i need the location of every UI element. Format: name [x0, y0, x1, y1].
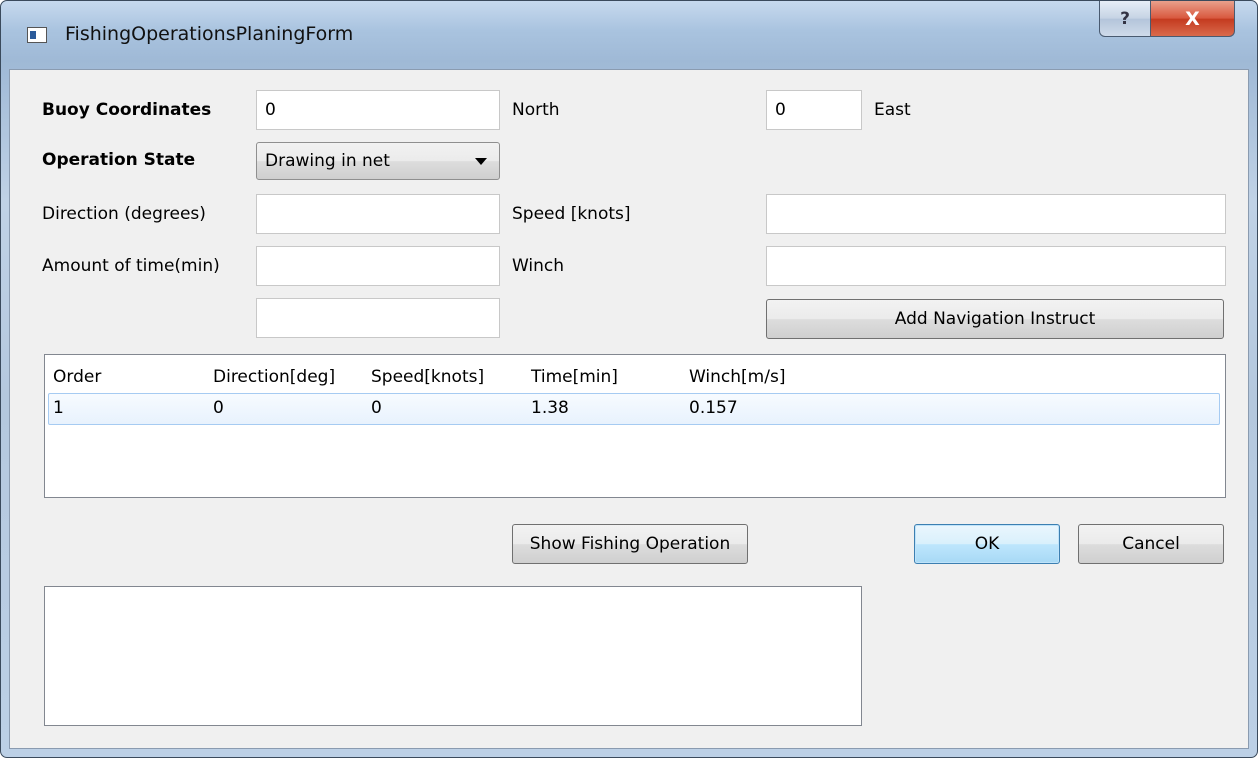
east-coordinate-input[interactable]: 0: [766, 90, 862, 130]
speed-input[interactable]: [766, 194, 1226, 234]
cancel-button[interactable]: Cancel: [1078, 524, 1224, 564]
cell-time: 1.38: [531, 398, 569, 418]
help-button[interactable]: ?: [1099, 1, 1151, 37]
north-label: North: [512, 100, 560, 120]
dialog-client-area: Buoy Coordinates 0 North 0 East Operatio…: [9, 69, 1249, 749]
column-header-time[interactable]: Time[min]: [531, 367, 618, 387]
time-label: Amount of time(min): [42, 256, 220, 276]
cell-order: 1: [53, 398, 64, 418]
output-text-area[interactable]: [44, 586, 862, 726]
north-coordinate-input[interactable]: 0: [256, 90, 500, 130]
buoy-coordinates-label: Buoy Coordinates: [42, 100, 212, 120]
winch-label: Winch: [512, 256, 565, 276]
extra-input[interactable]: [256, 298, 500, 338]
column-header-direction[interactable]: Direction[deg]: [213, 367, 335, 387]
app-window-icon: [27, 27, 47, 43]
ok-button[interactable]: OK: [914, 524, 1060, 564]
operation-state-select[interactable]: Drawing in net: [256, 142, 500, 180]
column-header-order[interactable]: Order: [53, 367, 101, 387]
add-navigation-instruction-button[interactable]: Add Navigation Instruct: [766, 299, 1224, 339]
column-header-winch[interactable]: Winch[m/s]: [689, 367, 785, 387]
dropdown-arrow-icon: [475, 158, 487, 165]
navigation-instructions-list[interactable]: Order Direction[deg] Speed[knots] Time[m…: [44, 354, 1226, 498]
dialog-window: FishingOperationsPlaningForm ? X Buoy Co…: [0, 0, 1258, 758]
cell-winch: 0.157: [689, 398, 738, 418]
operation-state-label: Operation State: [42, 150, 196, 170]
direction-label: Direction (degrees): [42, 204, 206, 224]
east-label: East: [874, 100, 911, 120]
title-bar[interactable]: FishingOperationsPlaningForm ? X: [1, 1, 1257, 69]
column-header-speed[interactable]: Speed[knots]: [371, 367, 484, 387]
close-button[interactable]: X: [1150, 1, 1235, 37]
winch-input[interactable]: [766, 246, 1226, 286]
list-row[interactable]: 1 0 0 1.38 0.157: [48, 393, 1220, 425]
cell-direction: 0: [213, 398, 224, 418]
operation-state-value: Drawing in net: [265, 151, 390, 171]
time-input[interactable]: [256, 246, 500, 286]
cell-speed: 0: [371, 398, 382, 418]
window-title: FishingOperationsPlaningForm: [65, 23, 354, 45]
speed-label: Speed [knots]: [512, 204, 631, 224]
show-fishing-operation-button[interactable]: Show Fishing Operation: [512, 524, 748, 564]
direction-input[interactable]: [256, 194, 500, 234]
